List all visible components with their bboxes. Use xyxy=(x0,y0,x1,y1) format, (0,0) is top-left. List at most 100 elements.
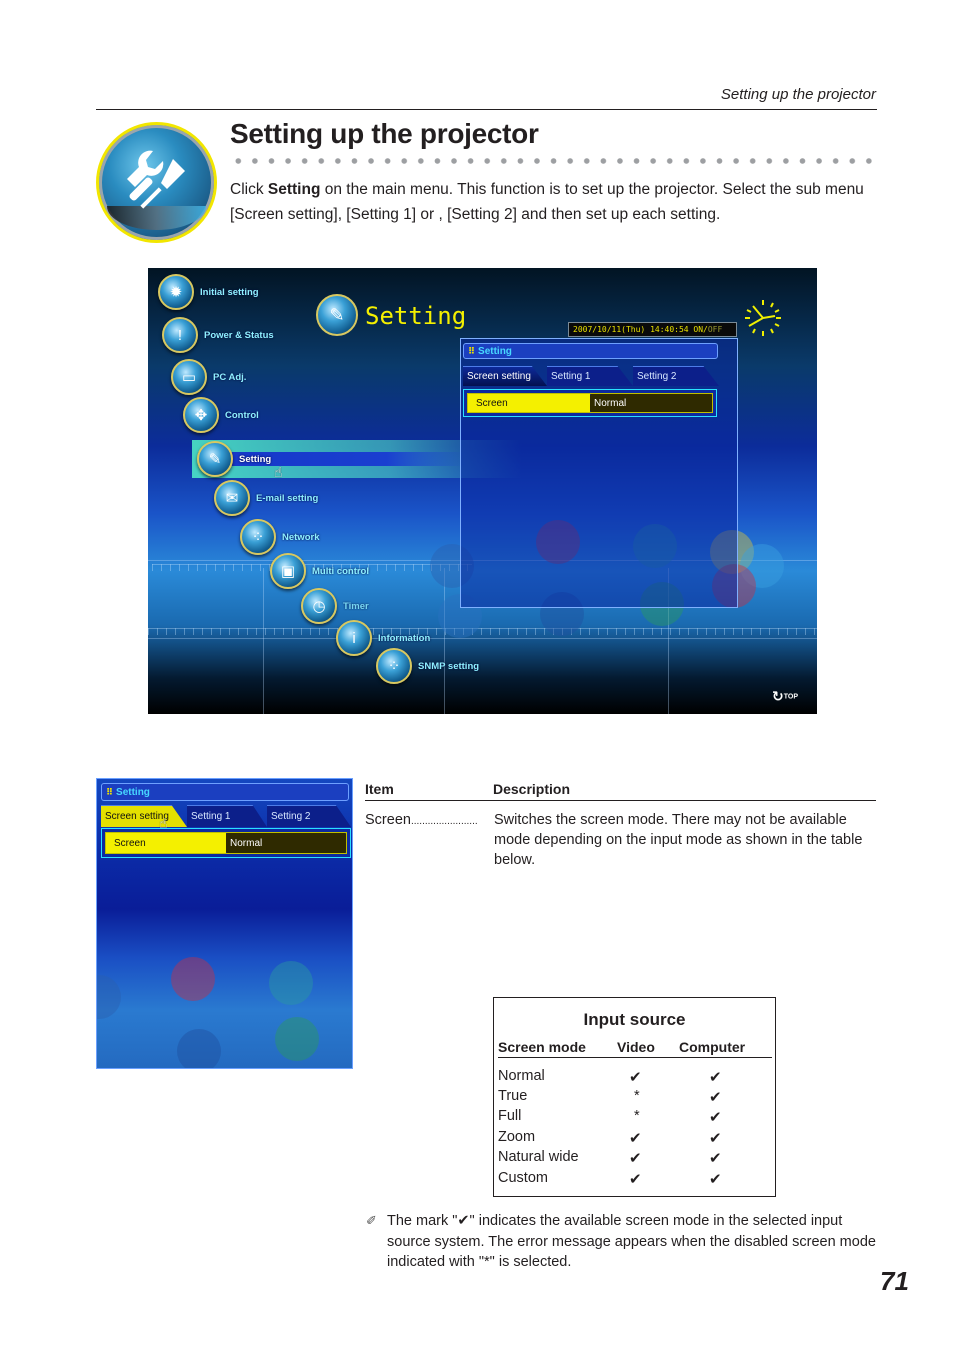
menu-label: Setting xyxy=(239,453,272,465)
table-row: Zoom ✔ ✔ xyxy=(498,1129,722,1147)
menu-item-setting[interactable]: ✎ Setting xyxy=(197,441,271,477)
grid-dots-icon: ⠿ xyxy=(468,345,475,356)
tab-setting-2[interactable]: Setting 2 xyxy=(633,366,719,386)
wrench-screwdriver-icon xyxy=(127,150,185,209)
refresh-arrow-icon: ↻ xyxy=(772,688,784,704)
menu-label: Multi control xyxy=(312,565,369,577)
menu-label: Power & Status xyxy=(204,329,274,341)
menu-item-power-status[interactable]: ! Power & Status xyxy=(162,317,274,353)
page-title: Setting up the projector xyxy=(230,118,539,149)
input-source-table: Input source Screen mode Video Computer … xyxy=(493,997,776,1197)
menu-item-initial-setting[interactable]: ✹ Initial setting xyxy=(158,274,259,310)
input-source-title: Input source xyxy=(583,1010,686,1029)
grid-line xyxy=(148,638,817,639)
menu-label: Timer xyxy=(343,600,369,612)
menu-label: Control xyxy=(225,409,259,421)
panel-header: ⠿ Setting xyxy=(463,343,718,359)
col-screen-mode: Screen mode xyxy=(498,1039,586,1055)
description-rule xyxy=(365,800,876,801)
grid-dots-icon: ⠿ xyxy=(106,786,113,797)
item-screen-description: Switches the screen mode. There may not … xyxy=(494,812,863,868)
menu-label: Initial setting xyxy=(200,286,259,298)
screen-select[interactable]: Screen Normal xyxy=(105,832,347,854)
ghost-save-icon xyxy=(97,975,121,1019)
panel-title: Setting xyxy=(478,345,512,357)
wrench-screwdriver-icon: ✎ xyxy=(197,441,233,477)
setting-title-icon: ✎ xyxy=(316,294,358,336)
table-row: Normal ✔ ✔ xyxy=(498,1068,722,1086)
ghost-network-icon xyxy=(177,1029,221,1068)
info-icon: i xyxy=(336,620,372,656)
square-pattern xyxy=(148,628,817,635)
envelope-icon: ✉ xyxy=(214,480,250,516)
tab-setting-1[interactable]: Setting 1 xyxy=(187,805,267,827)
menu-label: SNMP setting xyxy=(418,660,480,672)
item-screen: Screen........................ xyxy=(365,812,478,828)
network-icon: ⁘ xyxy=(240,519,276,555)
screen-value[interactable]: Normal xyxy=(226,833,346,853)
setting-keyword: Setting xyxy=(267,181,321,198)
screen-title: Setting xyxy=(365,302,467,330)
header-rule xyxy=(96,109,877,110)
page-number: 71 xyxy=(880,1266,909,1296)
ghost-wrench-icon xyxy=(269,961,313,1005)
setting-panel: ⠿ Setting Screen setting Setting 1 Setti… xyxy=(460,338,738,608)
table-row: Natural wide ✔ ✔ xyxy=(498,1149,722,1167)
menu-item-pc-adj[interactable]: ▭ PC Adj. xyxy=(171,359,246,395)
tab-setting-2[interactable]: Setting 2 xyxy=(267,805,351,827)
menu-label: E-mail setting xyxy=(256,492,319,504)
menu-item-timer[interactable]: ◷ Timer xyxy=(301,588,369,624)
input-source-columns: Screen mode Video Computer xyxy=(498,1038,772,1058)
table-row: True * ✔ xyxy=(498,1088,722,1106)
note-text: The mark "✔" indicates the available scr… xyxy=(387,1213,876,1270)
col-description: Description xyxy=(493,781,571,797)
menu-label: Information xyxy=(378,632,431,644)
menu-item-multi-control[interactable]: ▣ Multi control xyxy=(270,553,369,589)
menu-label: Network xyxy=(282,531,320,543)
screen-field-row: Screen Normal xyxy=(463,389,717,417)
grid-line xyxy=(263,568,264,714)
col-item: Item xyxy=(365,781,394,797)
panel-header: ⠿ Setting xyxy=(101,783,349,801)
tab-setting-1[interactable]: Setting 1 xyxy=(547,366,633,386)
screen-select[interactable]: Screen Normal xyxy=(467,393,713,413)
grid-line xyxy=(444,568,445,714)
table-row: Full * ✔ xyxy=(498,1108,722,1126)
menu-item-email-setting[interactable]: ✉ E-mail setting xyxy=(214,480,318,516)
hand-cursor-icon: ☝ xyxy=(274,464,283,480)
multi-control-icon: ▣ xyxy=(270,553,306,589)
ghost-gear-icon xyxy=(275,1017,319,1061)
menu-item-network[interactable]: ⁘ Network xyxy=(240,519,319,555)
screen-field-row: Screen Normal xyxy=(101,828,351,858)
col-video: Video xyxy=(617,1039,655,1055)
tab-screen-setting[interactable]: Screen setting xyxy=(101,805,187,827)
clock-icon: ◷ xyxy=(301,588,337,624)
dotted-divider xyxy=(230,157,878,165)
direction-pad-icon: ✥ xyxy=(183,397,219,433)
menu-label: PC Adj. xyxy=(213,371,247,383)
running-head: Setting up the projector xyxy=(720,86,876,103)
screen-label: Screen xyxy=(468,394,590,412)
tab-bar: Screen setting Setting 1 Setting 2 xyxy=(101,805,351,827)
clock-bar: 2007/10/11(Thu) 14:40:54 ON/OFF xyxy=(568,322,737,337)
power-status-icon: ! xyxy=(162,317,198,353)
setting-chapter-icon xyxy=(96,122,217,243)
screen-value[interactable]: Normal xyxy=(590,394,712,412)
col-computer: Computer xyxy=(679,1039,746,1055)
screen-label: Screen xyxy=(106,833,226,853)
setting-screen-screenshot: ✹ Initial setting ! Power & Status ▭ PC … xyxy=(148,268,817,714)
pencil-note-icon: ✐ xyxy=(366,1213,377,1228)
panel-title: Setting xyxy=(116,786,150,798)
gear-projector-icon: ✹ xyxy=(158,274,194,310)
menu-item-control[interactable]: ✥ Control xyxy=(183,397,259,433)
top-button[interactable]: ↻TOP xyxy=(772,688,798,705)
note: ✐ The mark "✔" indicates the available s… xyxy=(366,1211,878,1273)
screen-setting-screenshot: ⠿ Setting Screen setting Setting 1 Setti… xyxy=(96,778,353,1069)
table-row: Custom ✔ ✔ xyxy=(498,1170,722,1188)
menu-item-snmp-setting[interactable]: ⁘ SNMP setting xyxy=(376,648,479,684)
monitor-icon: ▭ xyxy=(171,359,207,395)
tab-bar: Screen setting Setting 1 Setting 2 xyxy=(463,366,719,386)
ghost-envelope-icon xyxy=(171,957,215,1001)
tab-screen-setting[interactable]: Screen setting xyxy=(463,366,547,386)
snmp-icon: ⁘ xyxy=(376,648,412,684)
